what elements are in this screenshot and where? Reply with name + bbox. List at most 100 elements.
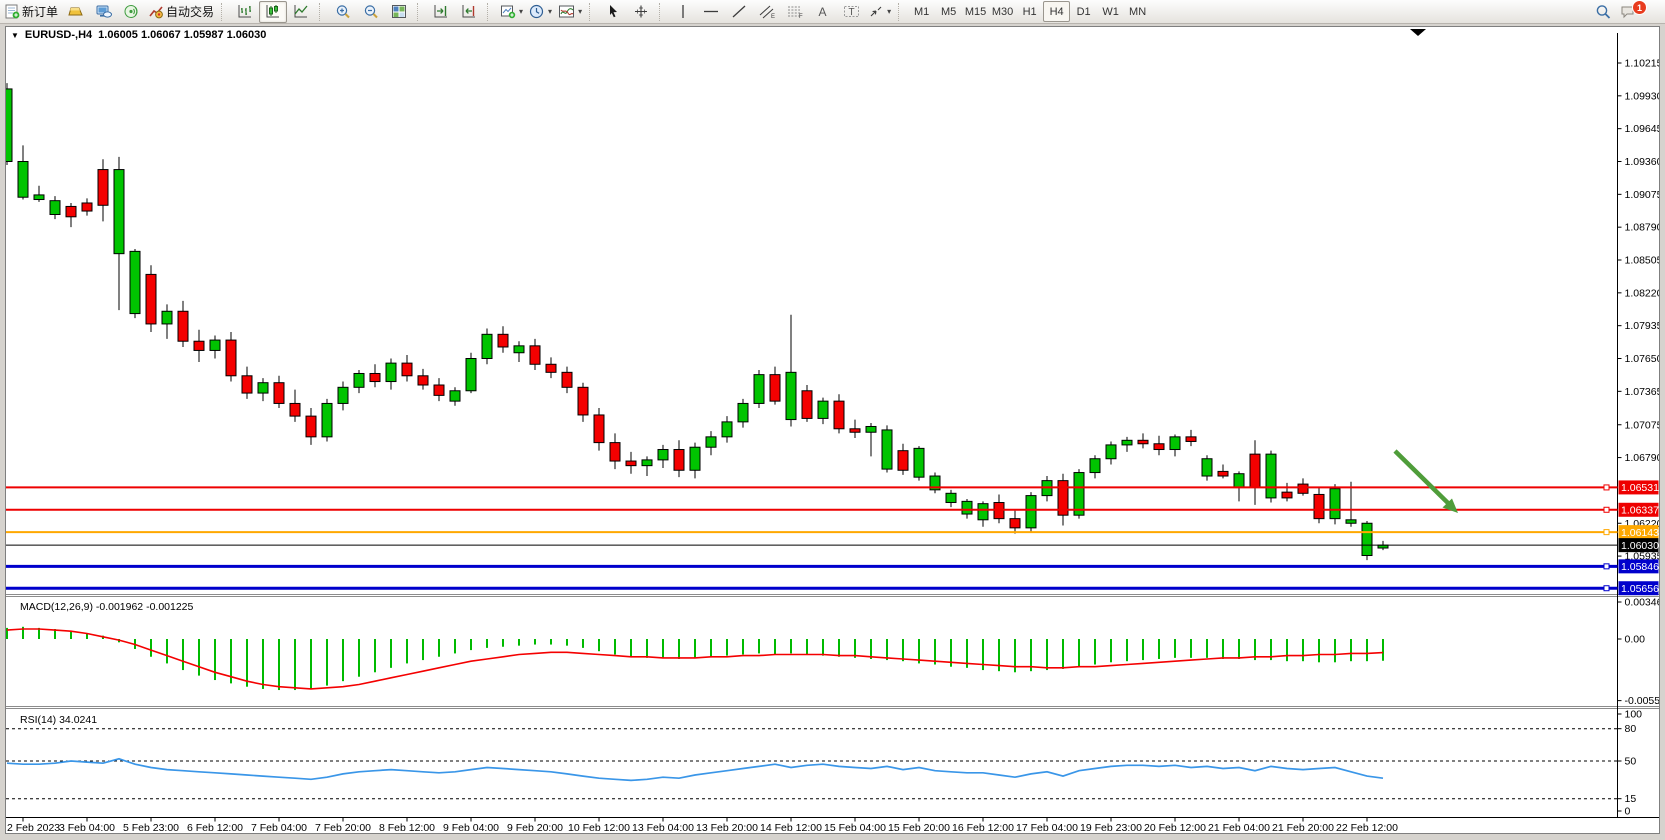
new-order-label: 新订单 (22, 3, 58, 20)
text-a-icon: A (816, 4, 830, 19)
candle-bear (434, 385, 444, 395)
cursor-button[interactable] (599, 1, 627, 23)
time-tick-label: 13 Feb 20:00 (696, 822, 758, 833)
zoom-out-button[interactable] (357, 1, 385, 23)
candle-bull (322, 403, 332, 436)
candle-bull (50, 201, 60, 215)
chart-shift-marker[interactable] (1410, 29, 1426, 36)
timeframe-m30[interactable]: M30 (989, 1, 1016, 22)
candle-bull (1202, 459, 1212, 476)
timeframe-mn[interactable]: MN (1124, 1, 1151, 22)
new-chart-button[interactable]: ▾ (497, 1, 526, 23)
candle-bear (770, 375, 780, 401)
indicators-button[interactable]: ▾ (555, 1, 585, 23)
trendline-button[interactable] (725, 1, 753, 23)
time-tick-label: 17 Feb 04:00 (1016, 822, 1078, 833)
macd-axis-label: 0.00 (1625, 634, 1646, 646)
price-level-badge-text: 1.06531 (1621, 482, 1659, 494)
channel-button[interactable]: E (753, 1, 781, 23)
new-chart-icon (500, 4, 516, 19)
candle-bull (6, 89, 12, 162)
cursor-icon (606, 4, 621, 19)
toolbar-separator (221, 3, 228, 21)
crosshair-button[interactable] (627, 1, 655, 23)
toolbar-separator (417, 3, 424, 21)
notifications-button[interactable]: 1 (1617, 1, 1657, 23)
auto-trading-button[interactable]: 自动交易 (145, 1, 217, 23)
rsi-axis-label: 15 (1625, 793, 1637, 805)
label-button[interactable]: T (837, 1, 865, 23)
arrows-icon (868, 4, 884, 19)
chart-title: ▼ EURUSD-,H4 1.06005 1.06067 1.05987 1.0… (11, 29, 266, 41)
main-toolbar: 新订单 自动交易 ▾ ▾ (0, 0, 1665, 24)
tile-windows-icon (391, 4, 407, 19)
candle-bull (1346, 520, 1356, 523)
time-tick-label: 5 Feb 23:00 (123, 822, 179, 833)
candle-bull (722, 422, 732, 437)
symbol-period-label: EURUSD-,H4 (25, 29, 92, 41)
timeframe-m5[interactable]: M5 (935, 1, 962, 22)
timeframe-m1[interactable]: M1 (908, 1, 935, 22)
zoom-in-button[interactable] (329, 1, 357, 23)
signals-button[interactable] (117, 1, 145, 23)
timeframe-h4[interactable]: H4 (1043, 1, 1070, 22)
chevron-down-icon: ▾ (519, 7, 523, 16)
timeframe-d1[interactable]: D1 (1070, 1, 1097, 22)
auto-scroll-button[interactable] (427, 1, 455, 23)
one-click-trading-expander[interactable]: ▼ (11, 31, 19, 40)
candle-bear (610, 443, 620, 461)
virtual-hosting-button[interactable] (89, 1, 117, 23)
candle-bull (754, 375, 764, 404)
timeframe-m15[interactable]: M15 (962, 1, 989, 22)
vertical-line-icon (676, 4, 690, 19)
line-handle[interactable] (1604, 507, 1609, 512)
tile-windows-button[interactable] (385, 1, 413, 23)
time-tick-label: 21 Feb 20:00 (1272, 822, 1334, 833)
price-level-badge-text: 1.06143 (1621, 527, 1659, 539)
vertical-line-button[interactable] (669, 1, 697, 23)
rsi-axis-label: 50 (1625, 756, 1637, 768)
line-chart-button[interactable] (287, 1, 315, 23)
rsi-axis-label: 100 (1625, 709, 1643, 721)
arrows-button[interactable]: ▾ (865, 1, 894, 23)
candle-bear (306, 416, 316, 437)
price-tick-label: 1.07935 (1625, 320, 1660, 332)
search-button[interactable] (1589, 1, 1617, 23)
chart-canvas[interactable]: 1.102151.099301.096451.093601.090751.087… (6, 27, 1659, 833)
timeframe-w1[interactable]: W1 (1097, 1, 1124, 22)
trend-arrow-line[interactable] (1395, 451, 1449, 504)
indicators-icon (558, 4, 575, 19)
candle-bull (1330, 489, 1340, 519)
chevron-down-icon: ▾ (578, 7, 582, 16)
line-handle[interactable] (1604, 586, 1609, 591)
candlestick-chart-button[interactable] (259, 1, 287, 23)
fibonacci-button[interactable]: F (781, 1, 809, 23)
rsi-line (7, 759, 1383, 781)
chart-shift-button[interactable] (455, 1, 483, 23)
price-level-badge-text: 1.05656 (1621, 583, 1659, 595)
candle-bull (1106, 445, 1116, 459)
timeframe-h1[interactable]: H1 (1016, 1, 1043, 22)
line-handle[interactable] (1604, 530, 1609, 535)
periods-button[interactable]: ▾ (526, 1, 555, 23)
gold-bar-button[interactable] (61, 1, 89, 23)
candle-bear (1218, 471, 1228, 476)
candle-bull (658, 450, 668, 460)
chart-shift-icon (461, 4, 477, 19)
candle-bull (514, 346, 524, 353)
time-tick-label: 15 Feb 20:00 (888, 822, 950, 833)
bar-chart-button[interactable] (231, 1, 259, 23)
price-tick-label: 1.07650 (1625, 353, 1660, 365)
horizontal-line-button[interactable] (697, 1, 725, 23)
text-button[interactable]: A (809, 1, 837, 23)
candle-bull (1090, 459, 1100, 473)
auto-scroll-icon (433, 4, 449, 19)
time-tick-label: 6 Feb 12:00 (187, 822, 243, 833)
candle-bear (1250, 454, 1260, 487)
candle-bull (338, 387, 348, 403)
macd-axis-label: -0.005553 (1625, 695, 1660, 707)
line-handle[interactable] (1604, 485, 1609, 490)
new-order-button[interactable]: 新订单 (2, 1, 61, 23)
candle-bull (466, 359, 476, 391)
line-handle[interactable] (1604, 564, 1609, 569)
